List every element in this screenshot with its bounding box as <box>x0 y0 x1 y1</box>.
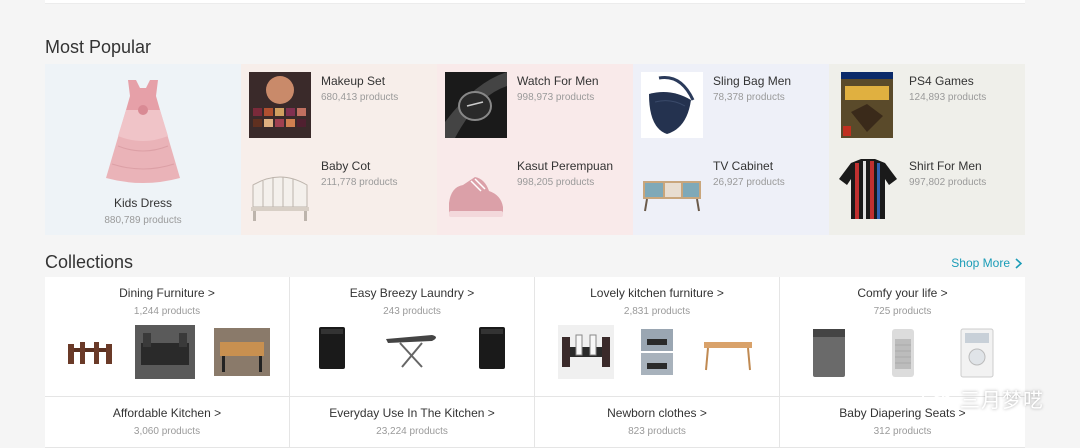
item-name: Sling Bag Men <box>713 74 792 88</box>
collection-lovely-kitchen-furniture[interactable]: Lovely kitchen furniture > 2,831 product… <box>535 277 780 397</box>
wooden-table-image <box>704 342 753 371</box>
item-count: 26,927 products <box>713 177 785 188</box>
item-name: Shirt For Men <box>909 159 982 173</box>
washing-machine-image <box>319 327 346 369</box>
popular-item-sling-bag-men[interactable]: Sling Bag Men 78,378 products <box>633 64 829 149</box>
popular-item-tv-cabinet[interactable]: TV Cabinet 26,927 products <box>633 149 829 235</box>
popular-item-kasut-perempuan[interactable]: Kasut Perempuan 998,205 products <box>437 149 633 235</box>
popular-item-baby-cot[interactable]: Baby Cot 211,778 products <box>241 149 437 235</box>
collections-grid: Dining Furniture > 1,244 products Easy B… <box>45 277 1025 448</box>
collection-everyday-use-in-the-kitchen[interactable]: Everyday Use In The Kitchen > 23,224 pro… <box>290 397 535 448</box>
featured-name: Kids Dress <box>113 196 172 210</box>
collection-newborn-clothes[interactable]: Newborn clothes > 823 products <box>535 397 780 448</box>
item-name: Kasut Perempuan <box>517 159 614 173</box>
collection-name: Everyday Use In The Kitchen > <box>329 406 495 420</box>
collection-count: 243 products <box>383 306 441 317</box>
washing-machine-image <box>478 327 505 369</box>
item-name: TV Cabinet <box>713 159 774 173</box>
collection-count: 3,060 products <box>133 426 201 437</box>
popular-featured-kids-dress[interactable]: Kids Dress 880,789 products <box>45 64 241 235</box>
glass-dining-table-image <box>134 325 195 379</box>
watermark: 三月梦呓 <box>922 384 1044 413</box>
chat-bubbles-icon <box>922 386 952 410</box>
collection-dining-furniture[interactable]: Dining Furniture > 1,244 products <box>45 277 290 397</box>
item-count: 124,893 products <box>909 92 987 103</box>
tv-cabinet-image <box>643 181 701 212</box>
item-count: 998,205 products <box>517 177 595 188</box>
collection-affordable-kitchen[interactable]: Affordable Kitchen > 3,060 products <box>45 397 290 448</box>
eyeshadow-palette-image <box>249 72 311 138</box>
collection-comfy-your-life[interactable]: Comfy your life > 725 products <box>780 277 1025 397</box>
air-purifier-image <box>891 329 914 377</box>
collection-count: 1,244 products <box>133 306 201 317</box>
dining-room-images <box>640 329 673 375</box>
striped-shirt-image <box>839 159 897 219</box>
pink-dress-image <box>106 80 180 183</box>
shop-more-label: Shop More <box>951 256 1010 270</box>
top-card-edge <box>45 0 1025 4</box>
collection-name: Lovely kitchen furniture > <box>590 286 724 300</box>
dining-set-image <box>557 325 614 379</box>
popular-item-ps4-games[interactable]: PS4 Games 124,893 products <box>829 64 1025 149</box>
collection-name: Dining Furniture > <box>119 286 215 300</box>
collection-count: 823 products <box>628 426 686 437</box>
watermark-text: 三月梦呓 <box>960 390 1044 412</box>
collection-count: 23,224 products <box>376 426 448 437</box>
item-count: 680,413 products <box>321 92 399 103</box>
collection-name: Easy Breezy Laundry > <box>349 286 475 300</box>
pink-sneaker-image <box>449 177 503 217</box>
collection-easy-breezy-laundry[interactable]: Easy Breezy Laundry > 243 products <box>290 277 535 397</box>
item-name: Baby Cot <box>321 159 371 173</box>
item-count: 998,973 products <box>517 92 595 103</box>
wooden-table-image <box>213 328 270 376</box>
ironing-board-image <box>385 335 436 368</box>
watch-image <box>445 72 507 138</box>
item-name: Watch For Men <box>517 74 599 88</box>
collections-heading: Collections <box>45 252 134 272</box>
item-count: 997,802 products <box>909 177 987 188</box>
collection-count: 725 products <box>873 306 932 317</box>
featured-count: 880,789 products <box>104 215 182 226</box>
collection-name: Newborn clothes > <box>607 406 707 420</box>
collection-count: 2,831 products <box>623 306 691 317</box>
shop-more-link[interactable]: Shop More <box>951 256 1022 270</box>
sling-bag-image <box>641 72 703 138</box>
item-count: 78,378 products <box>713 92 785 103</box>
washing-machine-image <box>812 329 845 377</box>
item-count: 211,778 products <box>321 177 398 188</box>
chevron-right-icon <box>1015 257 1022 269</box>
collection-name: Affordable Kitchen > <box>112 406 222 420</box>
dining-set-image <box>68 342 113 364</box>
top-load-washer-image <box>960 328 993 378</box>
collection-name: Comfy your life > <box>857 286 948 300</box>
ps4-game-case-image <box>841 72 893 138</box>
most-popular-heading: Most Popular <box>45 37 152 57</box>
popular-item-watch-for-men[interactable]: Watch For Men 998,973 products <box>437 64 633 149</box>
baby-cot-image <box>251 176 309 221</box>
item-name: Makeup Set <box>321 74 386 88</box>
item-name: PS4 Games <box>909 74 974 88</box>
popular-item-makeup-set[interactable]: Makeup Set 680,413 products <box>241 64 437 149</box>
most-popular-grid: Kids Dress 880,789 products Makeup Set 6… <box>45 64 1025 235</box>
collection-count: 312 products <box>873 426 932 437</box>
popular-item-shirt-for-men[interactable]: Shirt For Men 997,802 products <box>829 149 1025 235</box>
